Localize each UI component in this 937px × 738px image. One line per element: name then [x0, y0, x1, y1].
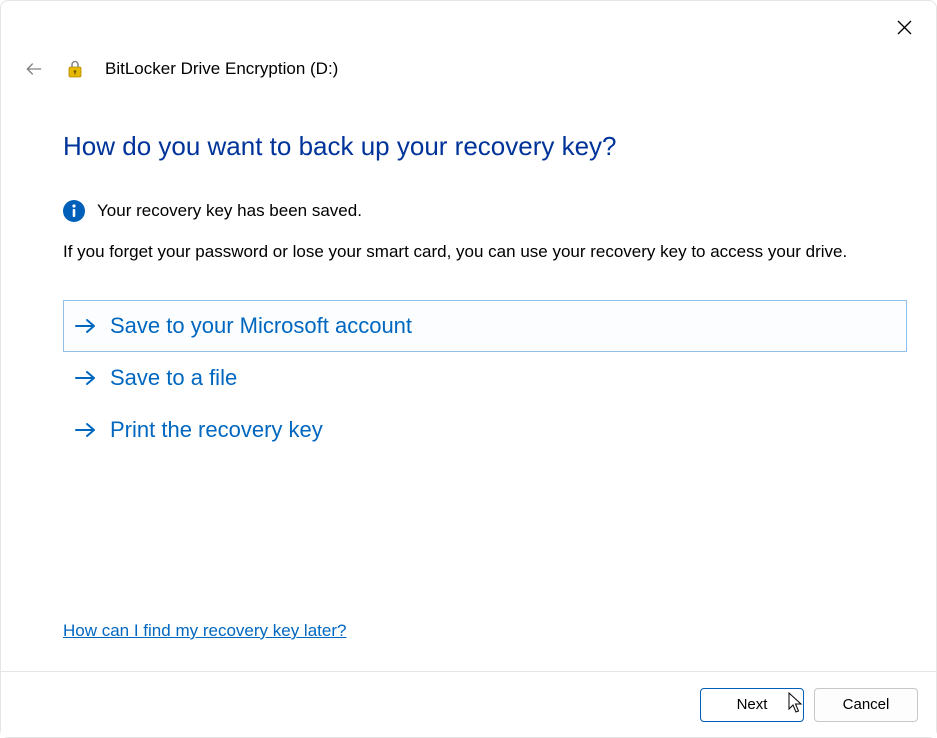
close-button[interactable]	[890, 13, 918, 41]
option-save-to-file[interactable]: Save to a file	[63, 352, 907, 404]
window-title: BitLocker Drive Encryption (D:)	[105, 59, 338, 79]
option-save-microsoft-account[interactable]: Save to your Microsoft account	[63, 300, 907, 352]
bitlocker-icon	[63, 57, 87, 81]
header: BitLocker Drive Encryption (D:)	[23, 57, 338, 81]
help-link-find-recovery-key[interactable]: How can I find my recovery key later?	[63, 621, 346, 641]
option-label: Save to your Microsoft account	[110, 313, 412, 339]
option-print-recovery-key[interactable]: Print the recovery key	[63, 404, 907, 456]
footer: Next Cancel	[1, 671, 936, 737]
option-label: Print the recovery key	[110, 417, 323, 443]
option-label: Save to a file	[110, 365, 237, 391]
back-arrow-icon	[24, 59, 44, 79]
next-button[interactable]: Next	[700, 688, 804, 722]
arrow-right-icon	[74, 421, 96, 439]
arrow-right-icon	[74, 317, 96, 335]
back-button[interactable]	[23, 58, 45, 80]
page-heading: How do you want to back up your recovery…	[63, 131, 906, 162]
close-icon	[897, 20, 912, 35]
info-icon	[63, 200, 85, 222]
content-area: How do you want to back up your recovery…	[63, 131, 906, 466]
options-list: Save to your Microsoft account Save to a…	[63, 300, 907, 456]
arrow-right-icon	[74, 369, 96, 387]
cancel-button[interactable]: Cancel	[814, 688, 918, 722]
info-saved-row: Your recovery key has been saved.	[63, 200, 906, 222]
info-saved-text: Your recovery key has been saved.	[97, 201, 362, 221]
info-description: If you forget your password or lose your…	[63, 242, 906, 262]
